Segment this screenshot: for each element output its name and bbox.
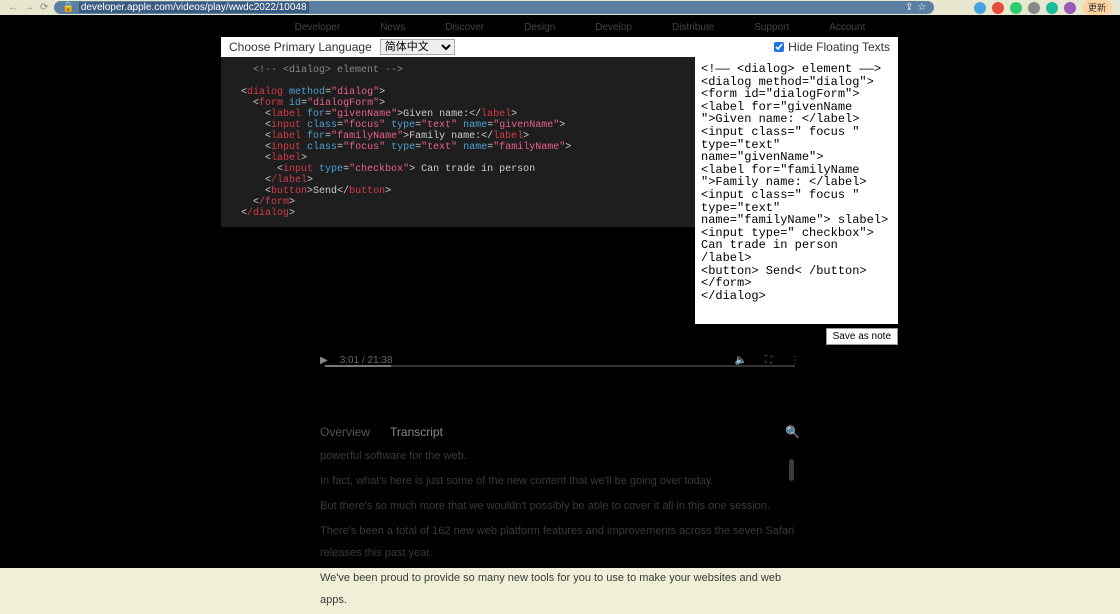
- nav-item[interactable]: Design: [524, 22, 555, 33]
- video-progress-bar[interactable]: [325, 365, 795, 367]
- scrollbar-thumb[interactable]: [789, 459, 794, 481]
- overlay-header: Choose Primary Language 简体中文 Hide Floati…: [221, 37, 898, 57]
- update-button[interactable]: 更新: [1082, 0, 1112, 15]
- page-body: Developer News Discover Design Develop D…: [0, 15, 1120, 568]
- url-bar[interactable]: 🔒 developer.apple.com/videos/play/wwdc20…: [54, 1, 934, 14]
- nav-item[interactable]: News: [380, 22, 405, 33]
- save-as-note-button[interactable]: Save as note: [826, 328, 898, 345]
- hide-floating-checkbox[interactable]: Hide Floating Texts: [774, 40, 890, 54]
- video-progress-fill: [325, 365, 391, 367]
- nav-item[interactable]: Support: [754, 22, 789, 33]
- transcript-line: We've been proud to provide so many new …: [320, 567, 800, 611]
- lock-icon: 🔒: [62, 2, 74, 13]
- transcript-line: But there's so much more that we wouldn'…: [320, 495, 800, 517]
- reload-button[interactable]: ⟳: [40, 2, 48, 13]
- extension-icon[interactable]: [1010, 2, 1022, 14]
- play-button[interactable]: ▶: [320, 355, 328, 366]
- star-icon[interactable]: ☆: [917, 2, 926, 13]
- browser-toolbar: ← → ⟳ 🔒 developer.apple.com/videos/play/…: [0, 0, 1120, 15]
- back-button[interactable]: ←: [8, 2, 18, 13]
- tab-transcript[interactable]: Transcript: [390, 425, 443, 439]
- ocr-text-panel[interactable]: <!—— <dialog> element ——> <dialog method…: [695, 57, 898, 324]
- nav-item[interactable]: Account: [829, 22, 865, 33]
- extension-icon[interactable]: [992, 2, 1004, 14]
- extensions-area: 更新: [974, 0, 1112, 15]
- tab-overview[interactable]: Overview: [320, 425, 370, 439]
- extension-icon[interactable]: [974, 2, 986, 14]
- transcript-content: powerful software for the web. In fact, …: [320, 445, 800, 614]
- transcript-line: In fact, what's here is just some of the…: [320, 470, 800, 492]
- video-time: 3:01 / 21:38: [340, 355, 393, 366]
- video-controls: ▶ 3:01 / 21:38 🔈 ⛶ ⋮: [320, 345, 800, 375]
- fullscreen-icon[interactable]: ⛶: [765, 355, 772, 366]
- hide-floating-input[interactable]: [774, 42, 784, 52]
- more-icon[interactable]: ⋮: [790, 355, 800, 366]
- extension-icon[interactable]: [1064, 2, 1076, 14]
- share-icon[interactable]: ⇪: [905, 2, 913, 13]
- nav-item[interactable]: Discover: [445, 22, 484, 33]
- forward-button[interactable]: →: [24, 2, 34, 13]
- content-tabs: Overview Transcript 🔍: [320, 425, 800, 439]
- nav-item[interactable]: Develop: [595, 22, 632, 33]
- search-icon[interactable]: 🔍: [785, 425, 800, 439]
- hide-floating-label: Hide Floating Texts: [788, 40, 890, 54]
- transcript-line: powerful software for the web.: [320, 445, 800, 467]
- volume-icon[interactable]: 🔈: [735, 355, 747, 366]
- extension-icon[interactable]: [1028, 2, 1040, 14]
- transcript-line: There's been a total of 162 new web plat…: [320, 520, 800, 564]
- url-text: developer.apple.com/videos/play/wwdc2022…: [79, 2, 309, 13]
- choose-language-label: Choose Primary Language: [229, 40, 372, 54]
- nav-item[interactable]: Distribute: [672, 22, 714, 33]
- nav-item[interactable]: Developer: [295, 22, 341, 33]
- extension-icon[interactable]: [1046, 2, 1058, 14]
- language-select[interactable]: 简体中文: [380, 39, 455, 55]
